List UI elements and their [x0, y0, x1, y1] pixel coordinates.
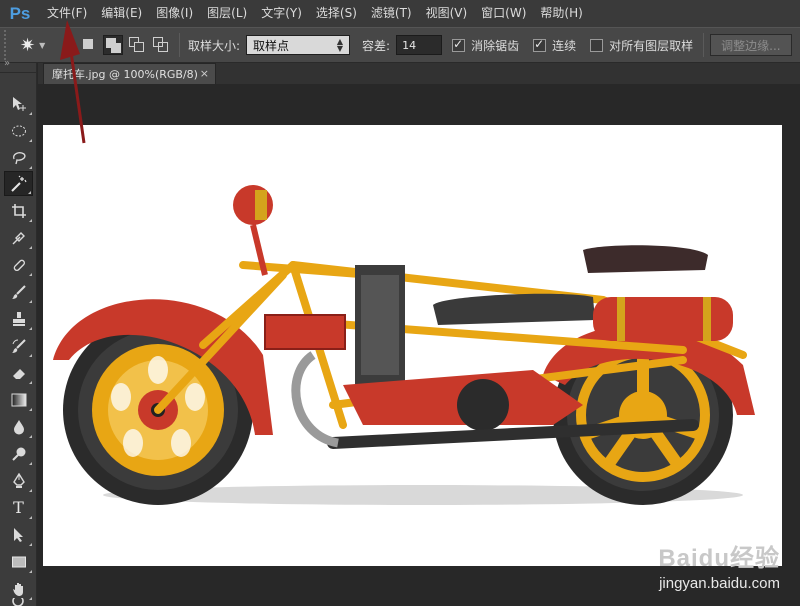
brush-tool-icon[interactable] — [4, 279, 33, 304]
checkbox-checked-icon — [533, 37, 547, 52]
history-brush-tool-icon[interactable] — [4, 333, 33, 358]
divider — [703, 33, 705, 57]
canvas-area[interactable]: Baidu经验 jingyan.baidu.com — [38, 20, 800, 606]
menu-layer[interactable]: 图层(L) — [200, 0, 254, 27]
contiguous-label: 连续 — [552, 38, 577, 53]
anti-alias-label: 消除锯齿 — [471, 38, 520, 53]
close-icon[interactable]: × — [200, 67, 209, 80]
baidu-logo: Baidu经验 — [658, 545, 780, 572]
menu-help[interactable]: 帮助(H) — [533, 0, 589, 27]
blur-tool-icon[interactable] — [4, 414, 33, 439]
tools-panel-collapse[interactable] — [0, 58, 36, 73]
motorcycle-image — [53, 185, 755, 505]
sample-all-layers-checkbox[interactable]: 对所有图层取样 — [590, 37, 693, 54]
tools-panel: T — [0, 58, 37, 606]
tolerance-label: 容差: — [362, 38, 391, 53]
magic-wand-icon: ✷ — [20, 34, 36, 56]
eraser-tool-icon[interactable] — [4, 360, 33, 385]
path-selection-tool-icon[interactable] — [4, 522, 33, 547]
clone-stamp-tool-icon[interactable] — [4, 306, 33, 331]
move-tool-icon[interactable] — [4, 91, 33, 116]
lasso-tool-icon[interactable] — [4, 145, 33, 170]
sample-size-label: 取样大小: — [188, 38, 241, 53]
marquee-tool-icon[interactable] — [4, 118, 33, 143]
watermark-url: jingyan.baidu.com — [659, 575, 780, 592]
tolerance-input[interactable]: 14 — [396, 35, 443, 55]
select-arrows-icon: ▲ ▼ — [336, 37, 344, 53]
healing-brush-tool-icon[interactable] — [4, 252, 33, 277]
gradient-tool-icon[interactable] — [4, 387, 33, 412]
zoom-tool-icon[interactable] — [4, 598, 33, 606]
sample-size-value: 取样点 — [253, 38, 290, 53]
photoshop-logo: Ps — [9, 3, 31, 23]
magic-wand-tool-icon[interactable] — [4, 171, 33, 196]
crop-tool-icon[interactable] — [4, 198, 33, 223]
pen-tool-icon[interactable] — [4, 468, 33, 493]
menu-type[interactable]: 文字(Y) — [254, 0, 309, 27]
divider — [179, 33, 180, 57]
sample-all-layers-label: 对所有图层取样 — [609, 38, 694, 53]
rectangle-tool-icon[interactable] — [4, 549, 33, 574]
menu-window[interactable]: 窗口(W) — [474, 0, 533, 27]
refine-edge-button[interactable]: 调整边缘... — [710, 34, 792, 56]
menu-view[interactable]: 视图(V) — [419, 0, 475, 27]
sample-size-select[interactable]: 取样点 ▲ ▼ — [246, 35, 351, 55]
checkbox-unchecked-icon — [590, 38, 604, 52]
type-tool-icon[interactable]: T — [4, 495, 33, 520]
options-bar-grip[interactable] — [4, 30, 16, 60]
checkbox-checked-icon — [452, 37, 466, 52]
image-canvas[interactable] — [43, 125, 782, 566]
arrow-annotation — [60, 20, 86, 144]
dodge-tool-icon[interactable] — [4, 441, 33, 466]
watermark: Baidu经验 jingyan.baidu.com — [658, 538, 780, 592]
anti-alias-checkbox[interactable]: 消除锯齿 — [452, 37, 519, 54]
menu-filter[interactable]: 滤镜(T) — [364, 0, 419, 27]
eyedropper-tool-icon[interactable] — [4, 225, 33, 250]
contiguous-checkbox[interactable]: 连续 — [533, 37, 576, 54]
menu-select[interactable]: 选择(S) — [309, 0, 364, 27]
